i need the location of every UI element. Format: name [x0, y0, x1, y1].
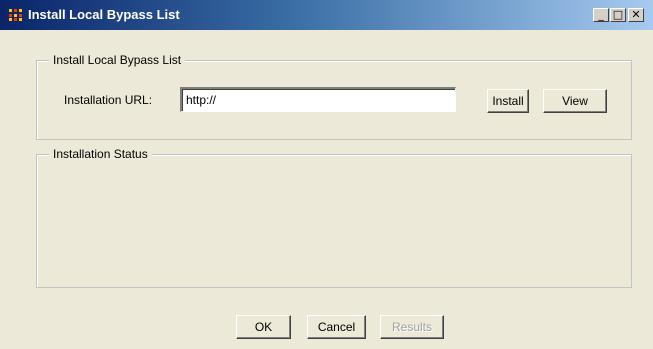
- installation-status-legend: Installation Status: [49, 146, 152, 162]
- installation-status-group: Installation Status: [36, 146, 632, 288]
- minimize-icon: _: [598, 8, 604, 21]
- ok-button[interactable]: OK: [236, 315, 291, 339]
- app-icon: [9, 9, 22, 21]
- close-icon: ✕: [631, 8, 641, 21]
- install-button[interactable]: Install: [487, 89, 529, 113]
- maximize-button[interactable]: □: [610, 8, 626, 22]
- view-button[interactable]: View: [543, 89, 607, 113]
- results-button: Results: [380, 315, 444, 339]
- install-bypass-dialog: Install Local Bypass List _ □ ✕ Install …: [0, 0, 653, 349]
- maximize-icon: □: [612, 8, 624, 21]
- title-bar[interactable]: Install Local Bypass List _ □ ✕: [0, 0, 653, 30]
- minimize-button[interactable]: _: [593, 8, 609, 22]
- installation-url-input[interactable]: [180, 87, 456, 112]
- bypass-list-group-legend: Install Local Bypass List: [49, 52, 186, 68]
- close-button[interactable]: ✕: [628, 8, 644, 22]
- cancel-button[interactable]: Cancel: [307, 315, 366, 339]
- installation-url-label: Installation URL:: [64, 93, 153, 107]
- window-title: Install Local Bypass List: [28, 7, 180, 22]
